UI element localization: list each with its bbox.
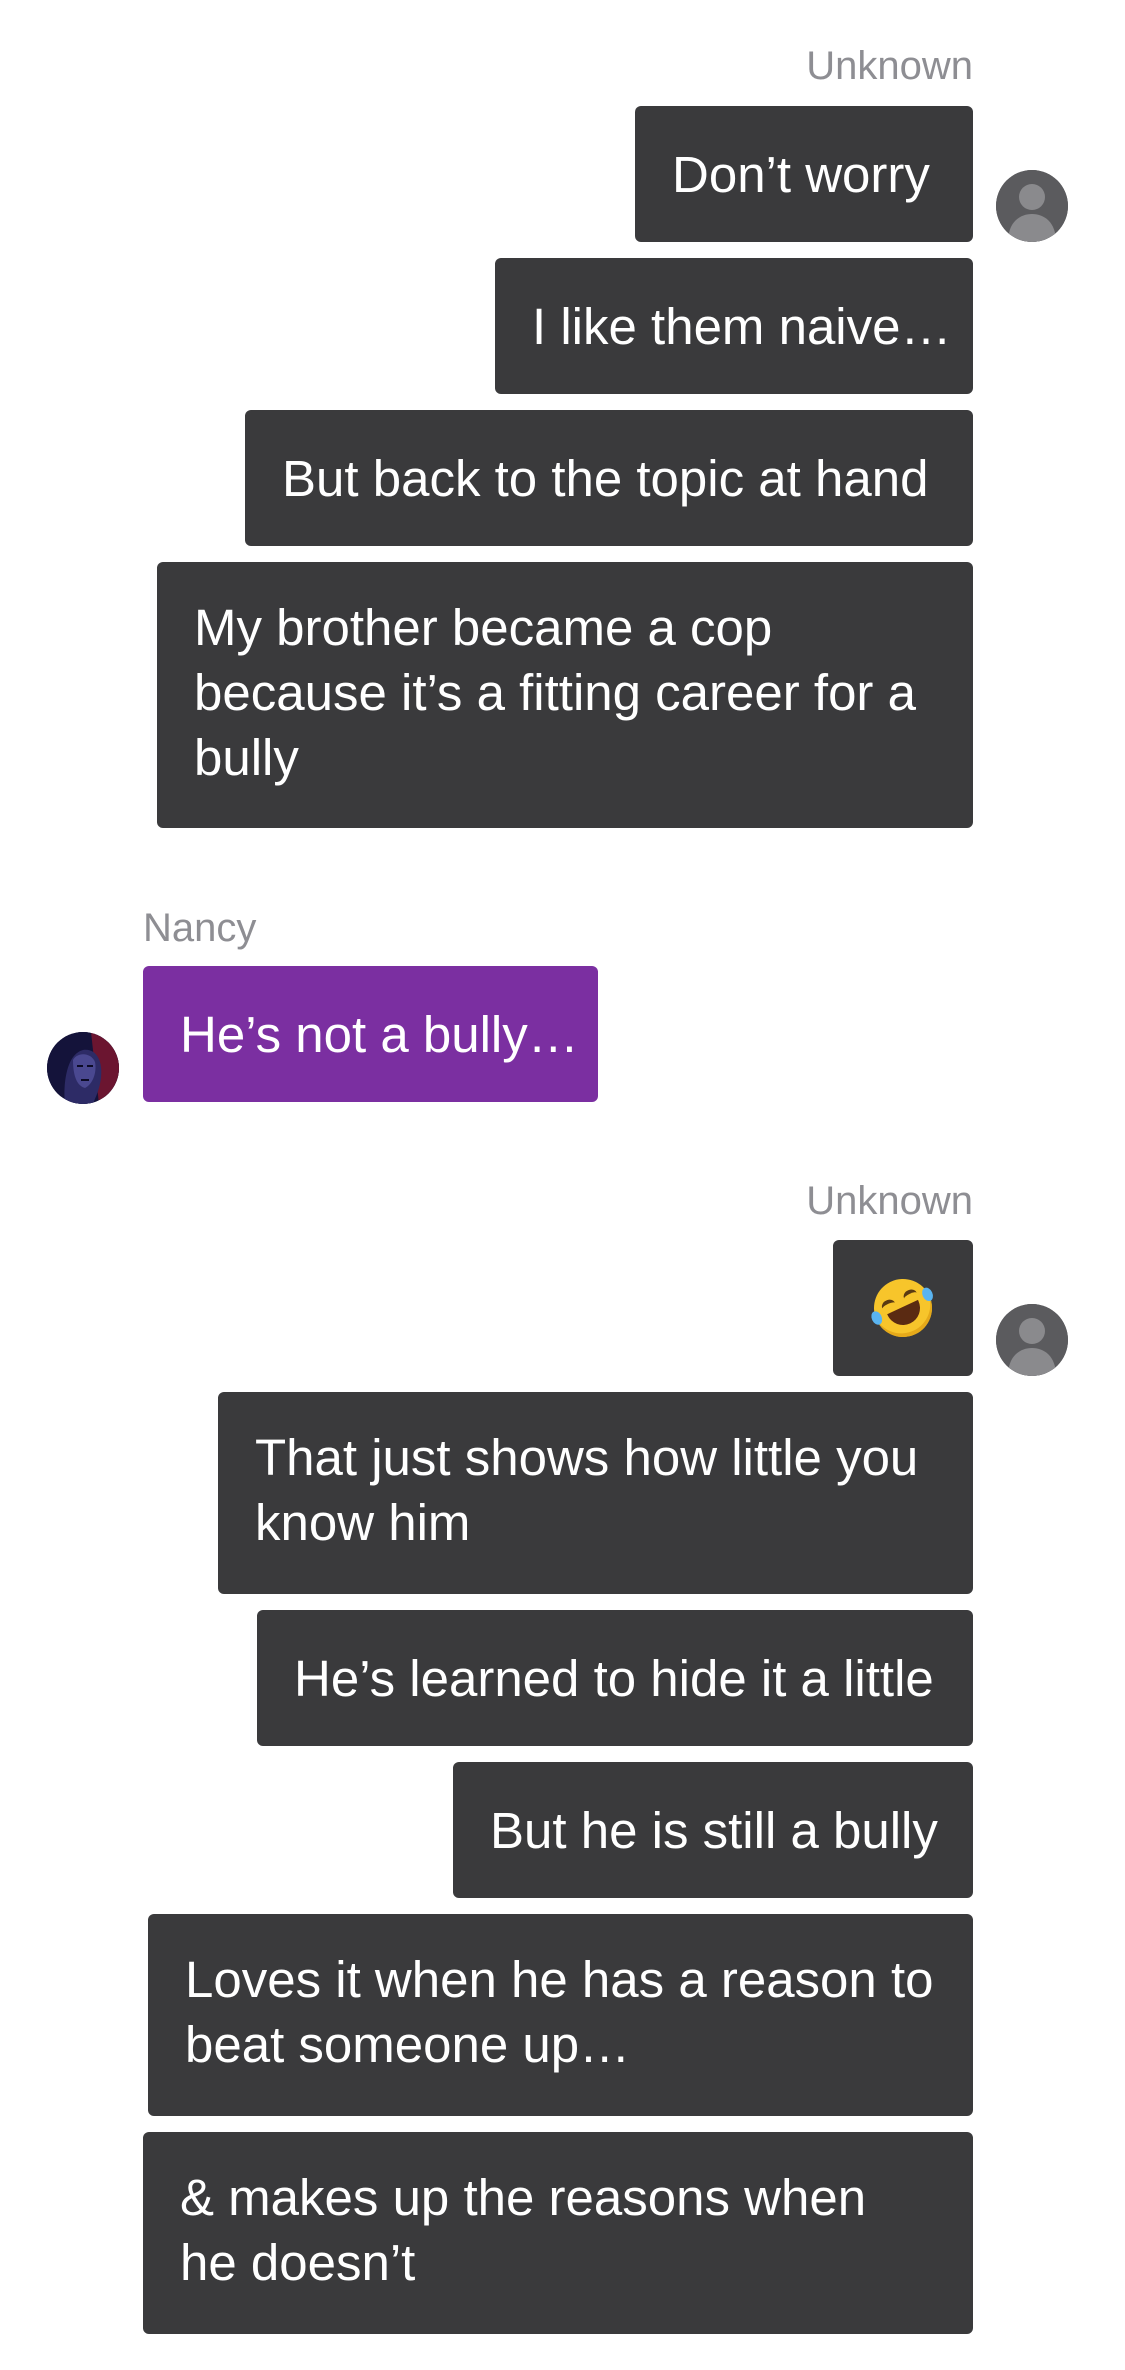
message-bubble[interactable]: & makes up the reasons when he doesn’t [143,2132,973,2334]
sender-name: Unknown [806,1179,973,1223]
default-user-avatar-icon[interactable] [996,170,1068,242]
message-bubble[interactable]: He’s not a bully… [143,966,598,1102]
message-bubble[interactable]: That just shows how little you know him [218,1392,973,1594]
message-bubble[interactable]: My brother became a cop because it’s a f… [157,562,973,828]
message-bubble[interactable]: Loves it when he has a reason to beat so… [148,1914,973,2116]
message-bubble[interactable]: I like them naive… [495,258,973,394]
chat-thread: Unknown Don’t worry I like them naive… B… [0,0,1125,2370]
rolling-on-the-floor-laughing-emoji [864,1269,942,1347]
message-bubble[interactable]: Don’t worry [635,106,973,242]
message-bubble[interactable]: He’s learned to hide it a little [257,1610,973,1746]
nancy-avatar-icon[interactable] [47,1032,119,1104]
message-bubble[interactable]: But back to the topic at hand [245,410,973,546]
default-user-avatar-icon[interactable] [996,1304,1068,1376]
message-bubble[interactable]: But he is still a bully [453,1762,973,1898]
sender-name: Nancy [143,906,257,950]
sender-name: Unknown [806,44,973,88]
emoji-message-bubble[interactable] [833,1240,973,1376]
